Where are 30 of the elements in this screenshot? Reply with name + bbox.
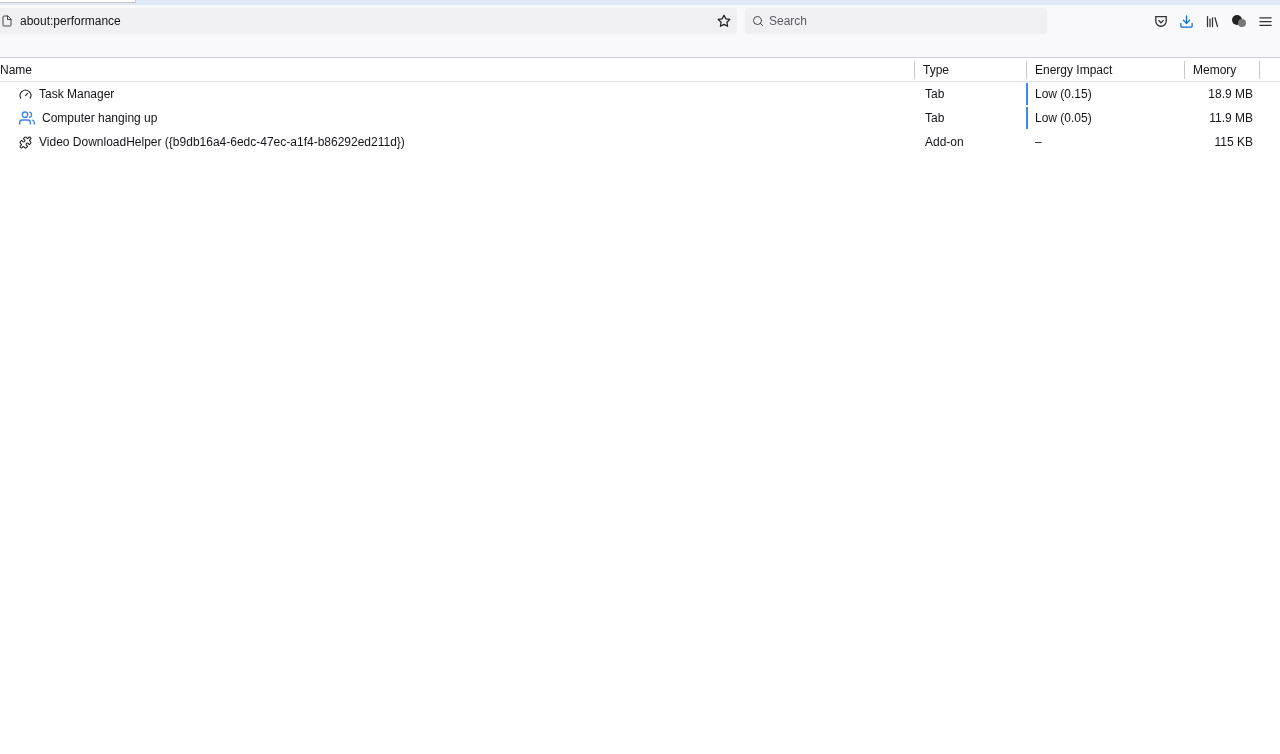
energy-impact: –: [1034, 134, 1042, 151]
process-name: Task Manager: [39, 86, 115, 103]
extension-icon[interactable]: [1231, 14, 1247, 28]
process-name: Computer hanging up: [42, 110, 158, 127]
gauge-icon: [19, 87, 32, 101]
column-header[interactable]: Name: [0, 60, 32, 79]
type-cell: Tab: [925, 111, 945, 125]
column-header[interactable]: Memory: [1193, 60, 1237, 79]
people-icon: [19, 110, 35, 126]
memory-cell: 115 KB: [1214, 135, 1253, 149]
address-bar[interactable]: about:performance: [0, 8, 737, 34]
type-cell: Add-on: [925, 135, 964, 149]
energy-impact: Low (0.15): [1035, 86, 1092, 103]
memory-cell: 11.9 MB: [1209, 111, 1253, 125]
column-header[interactable]: Energy Impact: [1035, 60, 1113, 79]
page-icon: [1, 15, 13, 27]
bookmark-star-icon[interactable]: [716, 13, 732, 29]
column-header[interactable]: Type: [923, 60, 949, 79]
download-icon[interactable]: [1179, 13, 1194, 29]
type-cell: Tab: [925, 87, 945, 101]
pocket-icon[interactable]: [1154, 14, 1168, 28]
memory-cell: 18.9 MB: [1208, 87, 1253, 101]
url-text: about:performance: [20, 13, 121, 30]
energy-impact: Low (0.05): [1035, 110, 1092, 127]
process-name: Video DownloadHelper ({b9db16a4-6edc-47ec-a1f4-b86292ed211d}): [39, 134, 405, 151]
search-icon: [752, 15, 764, 27]
puzzle-icon: [19, 135, 32, 149]
library-icon[interactable]: [1205, 13, 1220, 29]
search-field[interactable]: Search: [745, 8, 1047, 34]
search-input[interactable]: Search: [769, 12, 1040, 30]
